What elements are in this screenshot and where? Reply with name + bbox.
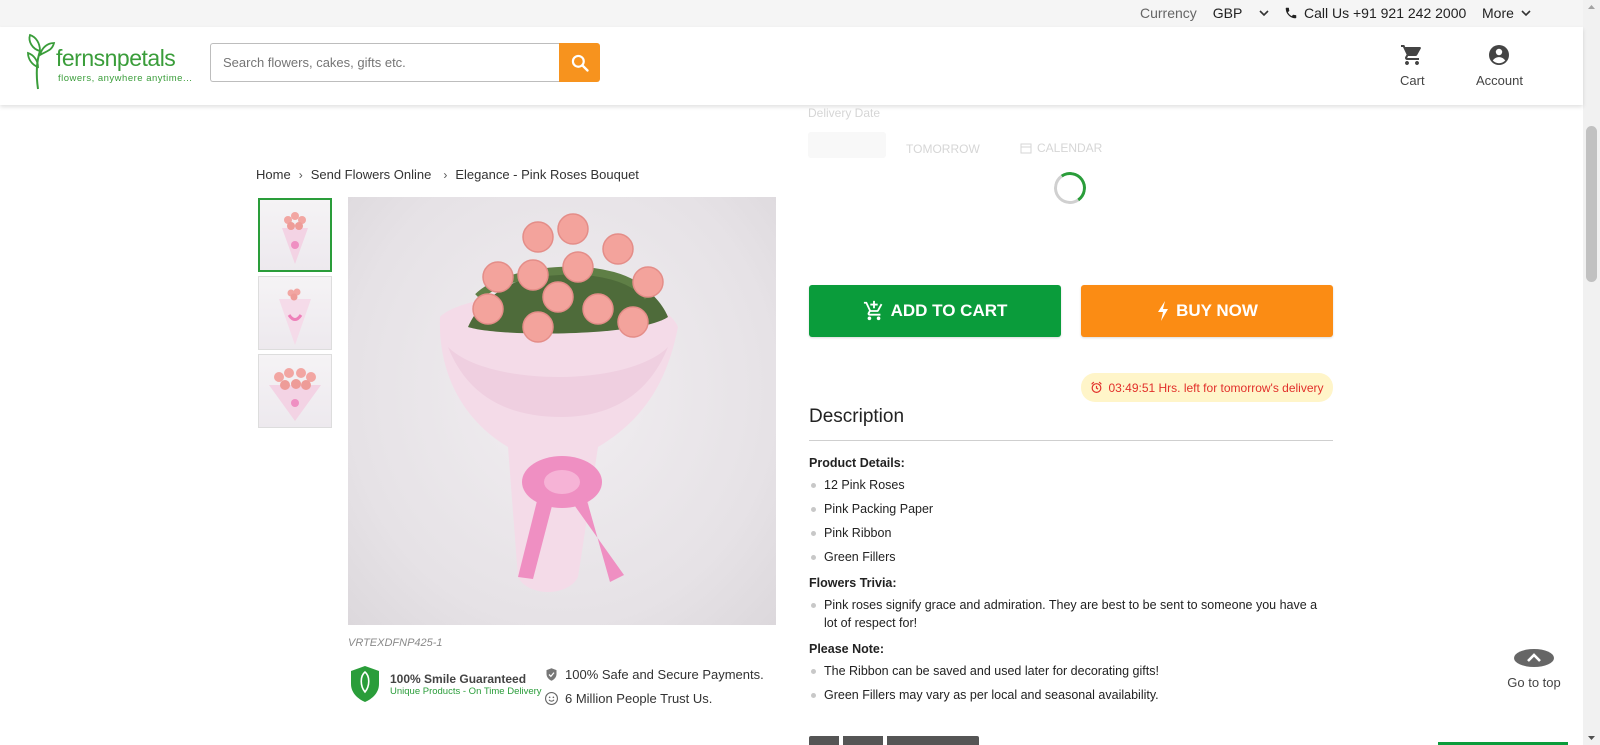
bouquet-thumbnail-image	[279, 288, 311, 345]
guarantee-subtitle: Unique Products - On Time Delivery	[390, 685, 542, 697]
list-item: Pink Packing Paper	[809, 500, 1333, 518]
product-thumbnail-3[interactable]	[258, 354, 332, 428]
shield-check-icon	[546, 668, 557, 681]
delivery-calendar-label: CALENDAR	[1037, 141, 1103, 155]
breadcrumb-home[interactable]: Home	[256, 167, 291, 182]
delivery-tomorrow-option[interactable]: TOMORROW	[906, 142, 980, 156]
delivery-calendar-option[interactable]: CALENDAR	[1020, 141, 1102, 155]
breadcrumb-send-flowers[interactable]: Send Flowers Online	[311, 167, 432, 182]
fnp-leaf-icon	[27, 33, 56, 90]
more-menu[interactable]: More	[1482, 5, 1532, 21]
pink-roses-bouquet-image	[439, 213, 678, 592]
shield-logo-icon	[351, 666, 379, 702]
call-us-label: Call Us +91 921 242 2000	[1304, 5, 1467, 21]
more-label: More	[1482, 5, 1514, 21]
site-header: fernsnpetals flowers, anywhere anytime..…	[0, 27, 1583, 105]
flowers-trivia-list: Pink roses signify grace and admiration.…	[809, 596, 1333, 632]
calendar-icon	[1020, 143, 1032, 154]
account-label: Account	[1476, 73, 1523, 88]
page-scrollbar-thumb[interactable]	[1586, 126, 1597, 282]
cart-button[interactable]: Cart	[1400, 43, 1425, 88]
bouquet-thumbnail-image	[282, 212, 308, 264]
breadcrumb-separator: ›	[443, 167, 448, 182]
cart-label: Cart	[1400, 73, 1425, 88]
product-sku: VRTEXDFNP425-1	[348, 637, 443, 649]
smile-guarantee-badge: 100% Smile Guaranteed Unique Products - …	[348, 664, 542, 704]
breadcrumb: Home › Send Flowers Online › Elegance - …	[256, 167, 639, 182]
delivery-date-label: Delivery Date	[808, 106, 881, 120]
product-details-list: 12 Pink Roses Pink Packing Paper Pink Ri…	[809, 476, 1333, 566]
section-heading-product-details: Product Details:	[809, 456, 905, 470]
brand-logo[interactable]: fernsnpetals flowers, anywhere anytime..…	[22, 31, 192, 93]
scroll-down-arrow-icon[interactable]	[1583, 731, 1600, 745]
description-body: Product Details: 12 Pink Roses Pink Pack…	[809, 456, 1333, 714]
please-note-list: The Ribbon can be saved and used later f…	[809, 662, 1333, 704]
currency-label: Currency	[1140, 5, 1197, 21]
scroll-up-arrow-icon[interactable]	[1583, 0, 1600, 14]
delivery-today-option[interactable]	[808, 132, 886, 158]
breadcrumb-current: Elegance - Pink Roses Bouquet	[455, 167, 639, 182]
brand-tagline: flowers, anywhere anytime...	[58, 73, 193, 84]
loading-spinner	[1051, 169, 1089, 207]
list-item: 12 Pink Roses	[809, 476, 1333, 494]
add-cart-icon	[863, 300, 882, 321]
search-icon	[571, 54, 589, 72]
next-section-heading-cutoff	[809, 736, 979, 745]
section-heading-flowers-trivia: Flowers Trivia:	[809, 576, 897, 590]
alarm-clock-icon	[1091, 381, 1103, 393]
chevron-up-circle	[1514, 649, 1554, 667]
chevron-down-icon	[1259, 10, 1269, 17]
delivery-countdown: 03:49:51 Hrs. left for tomorrow's delive…	[1081, 373, 1333, 402]
breadcrumb-separator: ›	[298, 167, 303, 182]
product-thumbnail-2[interactable]	[258, 276, 332, 350]
description-divider	[809, 440, 1333, 441]
search-input[interactable]	[210, 43, 559, 82]
description-heading: Description	[809, 406, 905, 427]
secure-payment-note: 100% Safe and Secure Payments.	[544, 667, 764, 682]
trust-count-note: 6 Million People Trust Us.	[544, 691, 712, 706]
call-us-link[interactable]: Call Us +91 921 242 2000	[1284, 5, 1466, 21]
add-to-cart-label: ADD TO CART	[890, 301, 1008, 320]
chevron-up-icon	[1527, 653, 1541, 662]
lightning-icon	[1158, 301, 1169, 321]
cart-icon	[1401, 45, 1422, 65]
product-thumbnail-1[interactable]	[258, 198, 332, 272]
page-scrollbar-track[interactable]	[1583, 0, 1600, 745]
list-item: Green Fillers	[809, 548, 1333, 566]
bouquet-thumbnail-image	[269, 368, 321, 421]
buy-now-button[interactable]: BUY NOW	[1081, 285, 1333, 337]
currency-value: GBP	[1212, 5, 1243, 21]
list-item: Green Fillers may vary as per local and …	[809, 686, 1333, 704]
currency-selector[interactable]: Currency GBP	[1140, 5, 1270, 21]
list-item: The Ribbon can be saved and used later f…	[809, 662, 1333, 680]
brand-name: fernsnpetals	[56, 45, 176, 71]
guarantee-title: 100% Smile Guaranteed	[390, 671, 527, 686]
go-to-top-button[interactable]: Go to top	[1506, 649, 1562, 690]
account-icon	[1489, 45, 1510, 65]
add-to-cart-button[interactable]: ADD TO CART	[809, 285, 1061, 337]
list-item: Pink roses signify grace and admiration.…	[809, 596, 1333, 632]
phone-icon	[1285, 7, 1297, 19]
list-item: Pink Ribbon	[809, 524, 1333, 542]
account-button[interactable]: Account	[1476, 43, 1523, 88]
countdown-text: 03:49:51 Hrs. left for tomorrow's delive…	[1108, 380, 1324, 395]
go-to-top-label: Go to top	[1507, 675, 1561, 690]
product-main-image[interactable]	[348, 197, 776, 625]
top-utility-bar: Currency GBP Call Us +91 921 242 2000 Mo…	[0, 0, 1583, 27]
buy-now-label: BUY NOW	[1176, 301, 1258, 320]
smiley-icon	[545, 692, 558, 705]
section-heading-please-note: Please Note:	[809, 642, 885, 656]
search-button[interactable]	[559, 43, 600, 82]
chevron-down-icon	[1521, 10, 1531, 17]
trust-count-label: 6 Million People Trust Us.	[565, 691, 713, 706]
secure-payment-label: 100% Safe and Secure Payments.	[565, 667, 764, 682]
